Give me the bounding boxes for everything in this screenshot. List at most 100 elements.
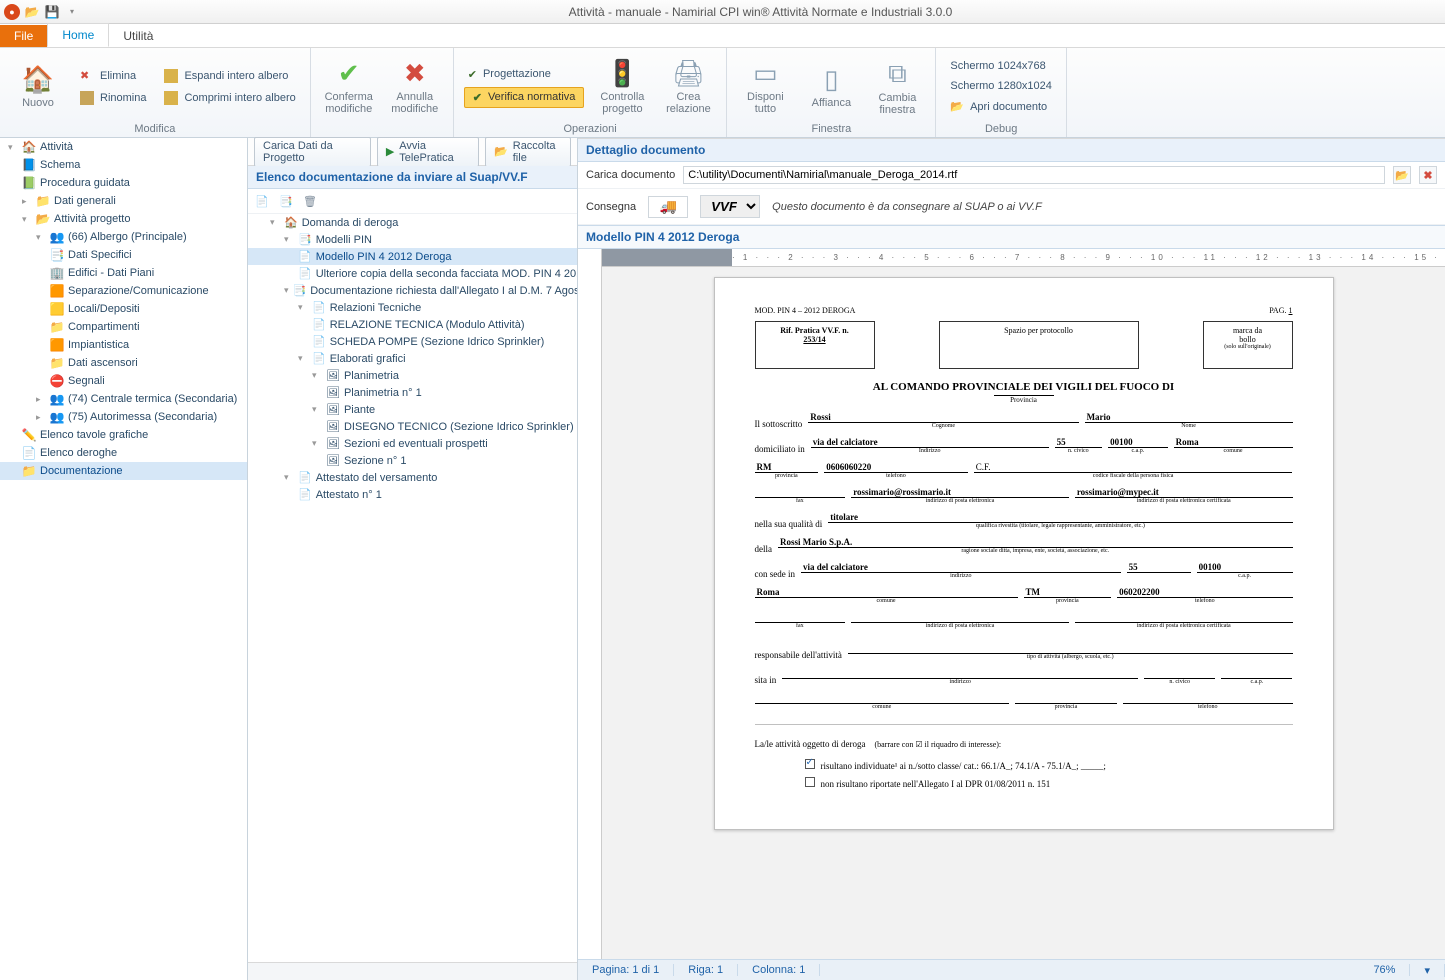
avvia-telepratica-button[interactable]: ▶Avvia TelePratica	[377, 137, 479, 167]
box-bollo: marca dabollo(solo sull'originale)	[1203, 321, 1293, 369]
tree-albergo[interactable]: ▾👥(66) Albergo (Principale)	[0, 228, 247, 246]
new-doc-icon[interactable]: 📄	[254, 193, 270, 209]
tree-schema[interactable]: 📘Schema	[0, 156, 247, 174]
checkbox-opt1[interactable]	[805, 759, 815, 769]
mid-modelli[interactable]: ▾📑Modelli PIN	[248, 231, 577, 248]
zoom-dropdown-icon[interactable]: ▾	[1410, 964, 1445, 977]
browse-icon[interactable]: 📂	[1393, 166, 1411, 184]
expand-tree-button[interactable]: Espandi intero albero	[160, 67, 299, 85]
affianca-button[interactable]: ▯Affianca	[803, 64, 859, 109]
tree-specifici[interactable]: 📑Dati Specifici	[0, 246, 247, 264]
qat-dropdown-icon[interactable]: ▾	[64, 4, 80, 20]
mid-att1[interactable]: 📄Attestato n° 1	[248, 486, 577, 503]
mid-reltecmod[interactable]: 📄RELAZIONE TECNICA (Modulo Attività)	[248, 316, 577, 333]
status-colonna: Colonna: 1	[738, 964, 820, 976]
mid-sez1[interactable]: 🖼Sezione n° 1	[248, 452, 577, 469]
apri-documento-button[interactable]: 📂Apri documento	[946, 98, 1056, 115]
open-icon[interactable]: 📂	[24, 4, 40, 20]
tree-impiantistica[interactable]: 🟧Impiantistica	[0, 336, 247, 354]
tree-tavole[interactable]: ✏️Elenco tavole grafiche	[0, 426, 247, 444]
detail-header: Dettaglio documento	[578, 139, 1445, 162]
page-top-left: MOD. PIN 4 – 2012 DEROGA	[755, 306, 856, 315]
status-bar: Pagina: 1 di 1 Riga: 1 Colonna: 1 76% ▾	[578, 959, 1445, 980]
vertical-ruler	[578, 249, 602, 959]
clear-icon[interactable]: ✖	[1419, 166, 1437, 184]
tree-autorimessa[interactable]: ▸👥(75) Autorimessa (Secondaria)	[0, 408, 247, 426]
mid-disegno[interactable]: 🖼DISEGNO TECNICO (Sezione Idrico Sprinkl…	[248, 418, 577, 435]
rename-button[interactable]: Rinomina	[76, 89, 150, 107]
tab-file[interactable]: File	[0, 25, 47, 47]
confirm-button[interactable]: ✔Conferma modifiche	[321, 58, 377, 115]
group-modifica-label: Modifica	[10, 121, 300, 135]
mid-tree[interactable]: ▾🏠Domanda di deroga ▾📑Modelli PIN 📄Model…	[248, 214, 577, 962]
mid-plan1[interactable]: 🖼Planimetria n° 1	[248, 384, 577, 401]
tab-utilita[interactable]: Utilità	[109, 25, 167, 47]
collapse-tree-button[interactable]: Comprimi intero albero	[160, 89, 299, 107]
tree-ascensori[interactable]: 📁Dati ascensori	[0, 354, 247, 372]
status-riga: Riga: 1	[674, 964, 738, 976]
consegna-row: Consegna 🚚 VVF Questo documento è da con…	[578, 189, 1445, 225]
mid-sezioni[interactable]: ▾🖼Sezioni ed eventuali prospetti	[248, 435, 577, 452]
disponi-tutto-button[interactable]: ▭Disponi tutto	[737, 58, 793, 115]
save-icon[interactable]: 💾	[44, 4, 60, 20]
page-heading: AL COMANDO PROVINCIALE DEI VIGILI DEL FU…	[755, 381, 1293, 393]
schermo-1024-button[interactable]: Schermo 1024x768	[946, 58, 1056, 74]
mid-elaborati[interactable]: ▾📄Elaborati grafici	[248, 350, 577, 367]
titlebar: ● 📂 💾 ▾ Attività - manuale - Namirial CP…	[0, 0, 1445, 24]
tree-compartimenti[interactable]: 📁Compartimenti	[0, 318, 247, 336]
app-icon: ●	[4, 4, 20, 20]
checkbox-opt2[interactable]	[805, 777, 815, 787]
delete-doc-icon[interactable]: 🗑	[302, 193, 318, 209]
doc-title-header: Modello PIN 4 2012 Deroga	[578, 225, 1445, 249]
consegna-label: Consegna	[586, 201, 636, 213]
copy-doc-icon[interactable]: 📑	[278, 193, 294, 209]
mid-planimetria[interactable]: ▾🖼Planimetria	[248, 367, 577, 384]
new-button[interactable]: 🏠Nuovo	[10, 64, 66, 109]
mid-attestato[interactable]: ▾📄Attestato del versamento	[248, 469, 577, 486]
tree-deroghe[interactable]: 📄Elenco deroghe	[0, 444, 247, 462]
tree-progetto[interactable]: ▾📂Attività progetto	[0, 210, 247, 228]
verifica-normativa-button[interactable]: ✔Verifica normativa	[464, 87, 585, 108]
tree-documentazione[interactable]: 📁Documentazione	[0, 462, 247, 480]
tree-locali[interactable]: 🟨Locali/Depositi	[0, 300, 247, 318]
mid-horizontal-scrollbar[interactable]	[248, 962, 577, 980]
cambia-finestra-button[interactable]: ⧉Cambia finestra	[869, 58, 925, 116]
box-pratica: Rif. Pratica VV.F. n.253/14	[755, 321, 875, 369]
mid-panel: Carica Dati da Progetto ▶Avvia TelePrati…	[248, 138, 578, 980]
status-pagina: Pagina: 1 di 1	[578, 964, 674, 976]
mid-ulteriore[interactable]: 📄Ulteriore copia della seconda facciata …	[248, 265, 577, 282]
mid-scheda[interactable]: 📄SCHEDA POMPE (Sezione Idrico Sprinkler)	[248, 333, 577, 350]
mid-panel-header: Elenco documentazione da inviare al Suap…	[248, 166, 577, 189]
schermo-1280-button[interactable]: Schermo 1280x1024	[946, 78, 1056, 94]
tree-wizard[interactable]: 📗Procedura guidata	[0, 174, 247, 192]
consegna-select[interactable]: VVF	[700, 195, 760, 218]
progettazione-button[interactable]: ✔Progettazione	[464, 66, 585, 83]
raccolta-file-button[interactable]: 📂Raccolta file	[485, 137, 571, 167]
delete-button[interactable]: ✖Elimina	[76, 67, 150, 85]
mid-domanda[interactable]: ▾🏠Domanda di deroga	[248, 214, 577, 231]
sidebar-tree[interactable]: ▾🏠Attività 📘Schema 📗Procedura guidata ▸📁…	[0, 138, 248, 980]
doc-path-input[interactable]	[683, 166, 1385, 184]
controlla-progetto-button[interactable]: 🚦Controlla progetto	[594, 58, 650, 115]
tree-separazione[interactable]: 🟧Separazione/Comunicazione	[0, 282, 247, 300]
tree-attivita[interactable]: ▾🏠Attività	[0, 138, 247, 156]
truck-icon: 🚚	[648, 196, 688, 218]
tree-generali[interactable]: ▸📁Dati generali	[0, 192, 247, 210]
mid-reltec[interactable]: ▾📄Relazioni Tecniche	[248, 299, 577, 316]
mid-modello4[interactable]: 📄Modello PIN 4 2012 Deroga	[248, 248, 577, 265]
group-debug-label: Debug	[946, 121, 1056, 135]
crea-relazione-button[interactable]: 🖨Crea relazione	[660, 58, 716, 115]
document-viewer[interactable]: · 1 · · · 2 · · · 3 · · · 4 · · · 5 · · …	[578, 249, 1445, 959]
right-panel: Dettaglio documento Carica documento 📂 ✖…	[578, 138, 1445, 980]
cancel-button[interactable]: ✖Annulla modifiche	[387, 58, 443, 115]
mid-piante[interactable]: ▾🖼Piante	[248, 401, 577, 418]
tree-centrale[interactable]: ▸👥(74) Centrale termica (Secondaria)	[0, 390, 247, 408]
carica-dati-button[interactable]: Carica Dati da Progetto	[254, 137, 371, 167]
tree-edifici[interactable]: 🏢Edifici - Dati Piani	[0, 264, 247, 282]
tab-home[interactable]: Home	[47, 23, 109, 47]
mid-toolbar: 📄 📑 🗑	[248, 189, 577, 214]
quick-access-toolbar: ● 📂 💾 ▾	[4, 4, 80, 20]
doc-path-row: Carica documento 📂 ✖	[578, 162, 1445, 189]
mid-docrichiesta[interactable]: ▾📑Documentazione richiesta dall'Allegato…	[248, 282, 577, 299]
tree-segnali[interactable]: ⛔Segnali	[0, 372, 247, 390]
